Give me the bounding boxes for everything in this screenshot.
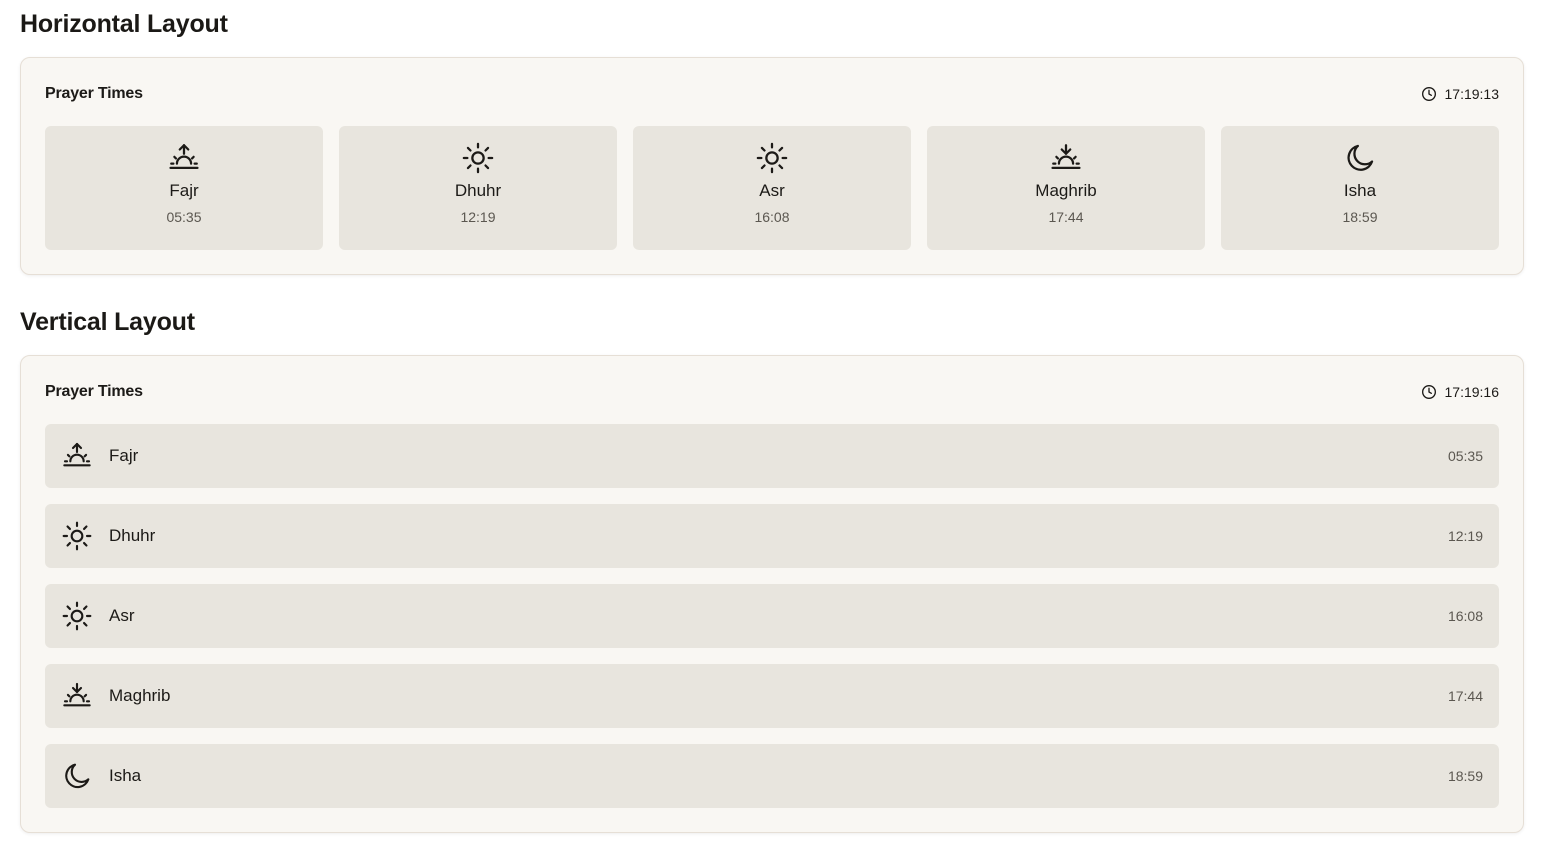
prayer-time: 18:59 bbox=[1447, 768, 1483, 784]
current-time-display: 17:19:13 bbox=[1421, 86, 1500, 102]
prayer-time: 16:08 bbox=[754, 209, 790, 225]
prayer-name: Isha bbox=[109, 766, 142, 785]
card-header: Prayer Times 17:19:16 bbox=[45, 382, 1499, 402]
prayer-row-dhuhr: Dhuhr 12:19 bbox=[45, 504, 1499, 568]
prayer-times-card-vertical: Prayer Times 17:19:16 Fajr 05:35 Dhuhr 1… bbox=[20, 355, 1524, 833]
prayer-time: 17:44 bbox=[1048, 209, 1084, 225]
prayer-time: 12:19 bbox=[1447, 528, 1483, 544]
prayer-tiles: Fajr 05:35 Dhuhr 12:19 Asr 16:08 Maghrib… bbox=[45, 126, 1499, 250]
prayer-times-card-horizontal: Prayer Times 17:19:13 Fajr 05:35 Dhuhr 1… bbox=[20, 57, 1524, 275]
prayer-time: 05:35 bbox=[1447, 448, 1483, 464]
sun-icon bbox=[461, 141, 495, 175]
card-title: Prayer Times bbox=[45, 383, 143, 400]
prayer-tile-fajr: Fajr 05:35 bbox=[45, 126, 323, 250]
clock-icon bbox=[1421, 86, 1437, 102]
card-title: Prayer Times bbox=[45, 85, 143, 102]
sunrise-icon bbox=[167, 141, 201, 175]
prayer-time: 05:35 bbox=[166, 209, 202, 225]
prayer-name: Isha bbox=[1343, 181, 1377, 200]
prayer-row-maghrib: Maghrib 17:44 bbox=[45, 664, 1499, 728]
prayer-rows: Fajr 05:35 Dhuhr 12:19 Asr 16:08 Maghrib… bbox=[45, 424, 1499, 808]
prayer-name: Asr bbox=[109, 606, 135, 625]
prayer-name: Dhuhr bbox=[454, 181, 502, 200]
prayer-time: 12:19 bbox=[460, 209, 496, 225]
prayer-tile-maghrib: Maghrib 17:44 bbox=[927, 126, 1205, 250]
prayer-row-fajr: Fajr 05:35 bbox=[45, 424, 1499, 488]
prayer-time: 18:59 bbox=[1342, 209, 1378, 225]
clock-icon bbox=[1421, 384, 1437, 400]
prayer-name: Maghrib bbox=[109, 686, 171, 705]
prayer-tile-isha: Isha 18:59 bbox=[1221, 126, 1499, 250]
prayer-row-isha: Isha 18:59 bbox=[45, 744, 1499, 808]
prayer-tile-dhuhr: Dhuhr 12:19 bbox=[339, 126, 617, 250]
prayer-time: 17:44 bbox=[1447, 688, 1483, 704]
sunset-icon bbox=[61, 680, 93, 712]
current-time: 17:19:13 bbox=[1444, 86, 1500, 102]
prayer-name: Asr bbox=[759, 181, 785, 200]
sun-icon bbox=[61, 600, 93, 632]
card-header: Prayer Times 17:19:13 bbox=[45, 84, 1499, 104]
prayer-time: 16:08 bbox=[1447, 608, 1483, 624]
moon-icon bbox=[61, 760, 93, 792]
section-title-horizontal: Horizontal Layout bbox=[20, 10, 228, 38]
prayer-name: Fajr bbox=[109, 446, 139, 465]
prayer-row-asr: Asr 16:08 bbox=[45, 584, 1499, 648]
prayer-name: Dhuhr bbox=[109, 526, 156, 545]
prayer-tile-asr: Asr 16:08 bbox=[633, 126, 911, 250]
current-time-display: 17:19:16 bbox=[1421, 384, 1500, 400]
sunset-icon bbox=[1049, 141, 1083, 175]
section-title-vertical: Vertical Layout bbox=[20, 308, 195, 336]
moon-icon bbox=[1343, 141, 1377, 175]
sunrise-icon bbox=[61, 440, 93, 472]
current-time: 17:19:16 bbox=[1444, 384, 1500, 400]
sun-icon bbox=[61, 520, 93, 552]
sun-icon bbox=[755, 141, 789, 175]
prayer-name: Fajr bbox=[169, 181, 199, 200]
prayer-name: Maghrib bbox=[1035, 181, 1097, 200]
